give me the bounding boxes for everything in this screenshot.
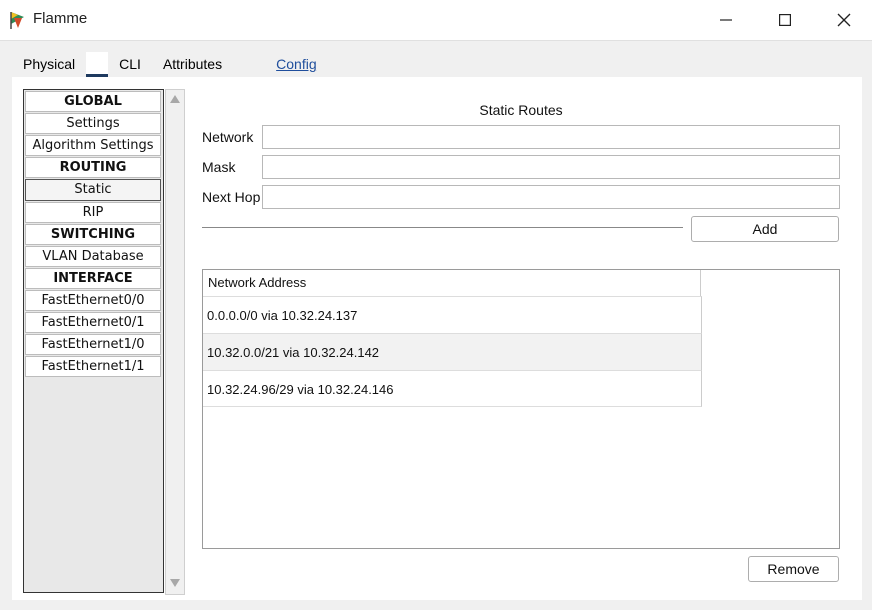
sidebar-item-vlan-database[interactable]: VLAN Database	[25, 246, 161, 267]
scroll-down-arrow-icon[interactable]	[170, 579, 180, 587]
next-hop-input[interactable]	[262, 185, 840, 209]
scroll-up-arrow-icon[interactable]	[170, 95, 180, 103]
window-title: Flamme	[33, 10, 88, 27]
static-routes-title: Static Routes	[479, 102, 563, 118]
minimize-icon	[720, 19, 732, 21]
table-row[interactable]: 10.32.24.96/29 via 10.32.24.146	[203, 370, 702, 407]
close-icon	[837, 13, 851, 27]
tab-cli[interactable]: CLI	[108, 52, 152, 77]
tab-label: CLI	[119, 56, 141, 72]
tab-attributes[interactable]: Attributes	[151, 52, 234, 77]
maximize-button[interactable]	[762, 4, 808, 36]
sidebar-item-rip[interactable]: RIP	[25, 202, 161, 223]
mask-label: Mask	[202, 159, 236, 175]
sidebar-header-interface[interactable]: INTERFACE	[25, 268, 161, 289]
tab-label: Config	[276, 56, 317, 72]
mask-input[interactable]	[262, 155, 840, 179]
router-app-icon	[10, 12, 24, 29]
sidebar-header-routing[interactable]: ROUTING	[25, 157, 161, 178]
separator	[202, 227, 683, 228]
tab-bar: Physical Config CLI Attributes	[12, 52, 317, 77]
sidebar-header-global[interactable]: GLOBAL	[25, 91, 161, 112]
add-button[interactable]: Add	[691, 216, 839, 242]
tab-label: Attributes	[162, 56, 223, 72]
tab-config[interactable]: Config	[86, 52, 317, 77]
table-row[interactable]: 10.32.0.0/21 via 10.32.24.142	[203, 333, 702, 370]
sidebar-item-algorithm-settings[interactable]: Algorithm Settings	[25, 135, 161, 156]
table-row[interactable]: 0.0.0.0/0 via 10.32.24.137	[203, 296, 702, 333]
next-hop-label: Next Hop	[202, 189, 261, 205]
network-address-header: Network Address	[203, 270, 701, 296]
tab-physical[interactable]: Physical	[12, 52, 87, 77]
config-sidebar: GLOBAL Settings Algorithm Settings ROUTI…	[23, 89, 164, 593]
title-bar: Flamme	[0, 0, 872, 41]
maximize-icon	[779, 14, 791, 26]
tab-label: Physical	[23, 56, 76, 72]
network-label: Network	[202, 129, 254, 145]
close-button[interactable]	[821, 4, 867, 36]
sidebar-item-fastethernet1-1[interactable]: FastEthernet1/1	[25, 356, 161, 377]
remove-button[interactable]: Remove	[748, 556, 839, 582]
config-panel: GLOBAL Settings Algorithm Settings ROUTI…	[12, 77, 862, 600]
sidebar-item-static[interactable]: Static	[25, 179, 161, 201]
network-input[interactable]	[262, 125, 840, 149]
sidebar-header-switching[interactable]: SWITCHING	[25, 224, 161, 245]
sidebar-item-fastethernet1-0[interactable]: FastEthernet1/0	[25, 334, 161, 355]
sidebar-item-fastethernet0-1[interactable]: FastEthernet0/1	[25, 312, 161, 333]
sidebar-scrollbar[interactable]	[165, 89, 185, 595]
sidebar-item-settings[interactable]: Settings	[25, 113, 161, 134]
sidebar-item-fastethernet0-0[interactable]: FastEthernet0/0	[25, 290, 161, 311]
routes-table: Network Address 0.0.0.0/0 via 10.32.24.1…	[202, 269, 840, 549]
minimize-button[interactable]	[703, 4, 749, 36]
